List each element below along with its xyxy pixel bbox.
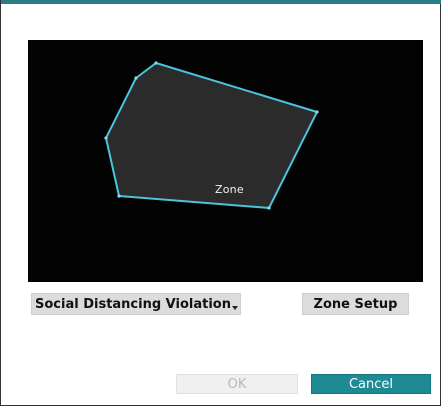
event-type-dropdown[interactable]: Social Distancing Violation [31,293,241,315]
zone-vertex-handle [134,76,138,80]
dialog-title-bar [1,0,441,4]
camera-preview[interactable]: Zone [28,40,423,282]
dialog-window: Zone Social Distancing Violation Zone Se… [0,0,441,406]
zone-setup-button[interactable]: Zone Setup [302,293,409,315]
zone-vertex-handle [104,136,108,140]
chevron-down-icon [232,306,238,310]
zone-vertex-handle [315,110,319,114]
zone-vertex-handle [154,61,158,65]
zone-label: Zone [215,183,244,196]
event-type-value: Social Distancing Violation [35,296,231,312]
zone-vertex-handle [267,206,271,210]
zone-vertex-handle [117,194,121,198]
zone-overlay [104,61,319,210]
zone-polygon [105,62,318,209]
cancel-button[interactable]: Cancel [311,374,431,394]
ok-button[interactable]: OK [176,374,298,394]
